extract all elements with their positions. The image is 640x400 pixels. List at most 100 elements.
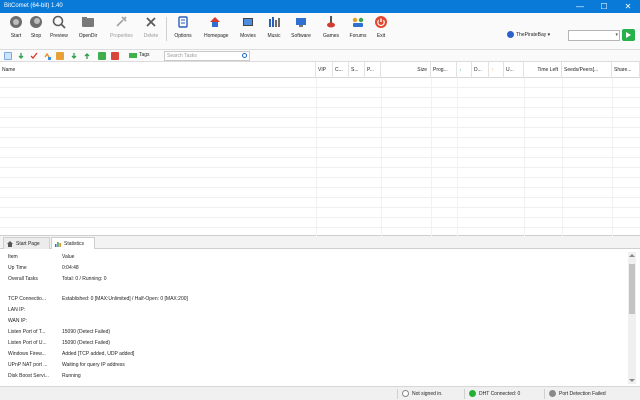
status-separator bbox=[544, 389, 545, 399]
sign-in-status[interactable]: Not signed in. bbox=[402, 390, 443, 397]
statistics-icon bbox=[55, 242, 61, 247]
main-toolbar: Start Stop Preview OpenDir Properties De… bbox=[0, 13, 640, 50]
paused-filter-icon[interactable] bbox=[56, 52, 64, 60]
download-filter-icon[interactable] bbox=[17, 52, 25, 60]
close-button[interactable]: ✕ bbox=[616, 0, 640, 13]
seeding-filter-icon[interactable] bbox=[43, 52, 51, 60]
homepage-button[interactable]: Homepage bbox=[204, 15, 228, 45]
task-list[interactable]: Name VIP C... S... P... Size Prog... ↓ D… bbox=[0, 62, 640, 236]
column-s[interactable]: S... bbox=[349, 62, 365, 78]
column-downloaded[interactable]: D... bbox=[472, 62, 489, 78]
search-engine-label: ThePirateBay bbox=[516, 31, 547, 38]
empty-row bbox=[0, 188, 640, 198]
all-tasks-icon[interactable] bbox=[4, 52, 12, 60]
forums-icon bbox=[352, 17, 364, 27]
properties-icon bbox=[116, 16, 127, 27]
column-progress[interactable]: Prog... bbox=[431, 62, 457, 78]
port-status[interactable]: Port Detection Failed bbox=[549, 390, 606, 397]
column-vip[interactable]: VIP bbox=[316, 62, 333, 78]
tags-label: Tags bbox=[139, 52, 150, 58]
tab-start-page[interactable]: Start Page bbox=[3, 237, 50, 249]
tag-red-icon[interactable] bbox=[111, 52, 119, 60]
minimize-button[interactable]: — bbox=[568, 0, 592, 13]
forums-button[interactable]: Forums bbox=[347, 15, 369, 45]
column-size[interactable]: Size bbox=[381, 62, 431, 78]
up-arrow-icon[interactable] bbox=[83, 52, 91, 60]
start-icon bbox=[10, 16, 22, 28]
empty-row bbox=[0, 168, 640, 178]
chevron-down-icon[interactable]: ▾ bbox=[615, 32, 618, 38]
software-button[interactable]: Software bbox=[290, 15, 312, 45]
stop-icon bbox=[30, 16, 42, 28]
search-icon bbox=[242, 53, 247, 58]
column-download-speed[interactable]: ↓ bbox=[457, 62, 472, 78]
web-search-combobox[interactable]: ▾ bbox=[568, 30, 620, 41]
column-upload-speed[interactable]: ↑ bbox=[489, 62, 504, 78]
globe-icon bbox=[507, 31, 514, 38]
games-icon bbox=[327, 16, 335, 28]
dht-connected-icon bbox=[469, 390, 476, 397]
scroll-down-icon[interactable] bbox=[629, 379, 635, 382]
maximize-button[interactable]: ☐ bbox=[592, 0, 616, 13]
search-go-button[interactable] bbox=[622, 29, 635, 41]
search-engine-selector[interactable]: ThePirateBay ▾ bbox=[507, 31, 550, 38]
dht-status: DHT Connected: 0 bbox=[469, 390, 520, 397]
column-uploaded[interactable]: U... bbox=[504, 62, 524, 78]
column-share[interactable]: Share... bbox=[612, 62, 640, 78]
empty-row bbox=[0, 158, 640, 168]
music-icon bbox=[269, 17, 280, 27]
folder-icon bbox=[82, 17, 94, 27]
tag-icon bbox=[129, 52, 137, 58]
empty-row bbox=[0, 108, 640, 118]
empty-row bbox=[0, 78, 640, 88]
user-icon bbox=[402, 390, 409, 397]
empty-row bbox=[0, 178, 640, 188]
completed-filter-icon[interactable] bbox=[30, 52, 38, 60]
task-search-field[interactable] bbox=[164, 51, 250, 61]
empty-row bbox=[0, 198, 640, 208]
down-arrow-icon[interactable] bbox=[70, 52, 78, 60]
bottom-tabs: Start Page Statistics bbox=[0, 236, 640, 250]
start-button[interactable]: Start bbox=[5, 15, 27, 45]
empty-row bbox=[0, 218, 640, 228]
scrollbar-thumb[interactable] bbox=[629, 264, 635, 314]
delete-button[interactable]: Delete bbox=[140, 15, 162, 45]
exit-button[interactable]: Exit bbox=[370, 15, 392, 45]
task-list-header: Name VIP C... S... P... Size Prog... ↓ D… bbox=[0, 62, 640, 78]
column-time-left[interactable]: Time Left bbox=[524, 62, 562, 78]
empty-row bbox=[0, 138, 640, 148]
tags-button[interactable]: Tags bbox=[129, 52, 150, 58]
column-seeds-peers[interactable]: Seeds/Peers[... bbox=[562, 62, 612, 78]
scroll-up-icon[interactable] bbox=[629, 254, 635, 257]
chevron-down-icon: ▾ bbox=[546, 31, 551, 38]
empty-row bbox=[0, 148, 640, 158]
status-separator bbox=[397, 389, 398, 399]
status-separator bbox=[464, 389, 465, 399]
column-name[interactable]: Name bbox=[0, 62, 316, 78]
task-search-input[interactable] bbox=[165, 52, 235, 60]
options-icon bbox=[178, 16, 188, 28]
music-button[interactable]: Music bbox=[263, 15, 285, 45]
empty-row bbox=[0, 128, 640, 138]
title-bar: BitComet (64-bit) 1.40 — ☐ ✕ bbox=[0, 0, 640, 13]
port-detection-icon bbox=[549, 390, 556, 397]
options-button[interactable]: Options bbox=[172, 15, 194, 45]
window-title: BitComet (64-bit) 1.40 bbox=[4, 3, 63, 9]
statistics-panel: Item Value Up Time 0:04:48 Overall Tasks To… bbox=[0, 249, 640, 386]
properties-button[interactable]: Properties bbox=[110, 15, 133, 45]
power-icon bbox=[375, 16, 387, 28]
movies-button[interactable]: Movies bbox=[237, 15, 259, 45]
games-button[interactable]: Games bbox=[320, 15, 342, 45]
preview-button[interactable]: Preview bbox=[48, 15, 70, 45]
status-bar: Not signed in. DHT Connected: 0 Port Det… bbox=[0, 386, 640, 400]
tag-green-icon[interactable] bbox=[98, 52, 106, 60]
statistics-scrollbar[interactable] bbox=[628, 252, 636, 384]
empty-row bbox=[0, 88, 640, 98]
movies-icon bbox=[243, 18, 253, 26]
stop-button[interactable]: Stop bbox=[25, 15, 47, 45]
software-icon bbox=[296, 18, 306, 27]
column-c[interactable]: C... bbox=[333, 62, 349, 78]
delete-icon bbox=[146, 17, 156, 27]
open-dir-button[interactable]: OpenDir bbox=[77, 15, 99, 45]
column-p[interactable]: P... bbox=[365, 62, 381, 78]
